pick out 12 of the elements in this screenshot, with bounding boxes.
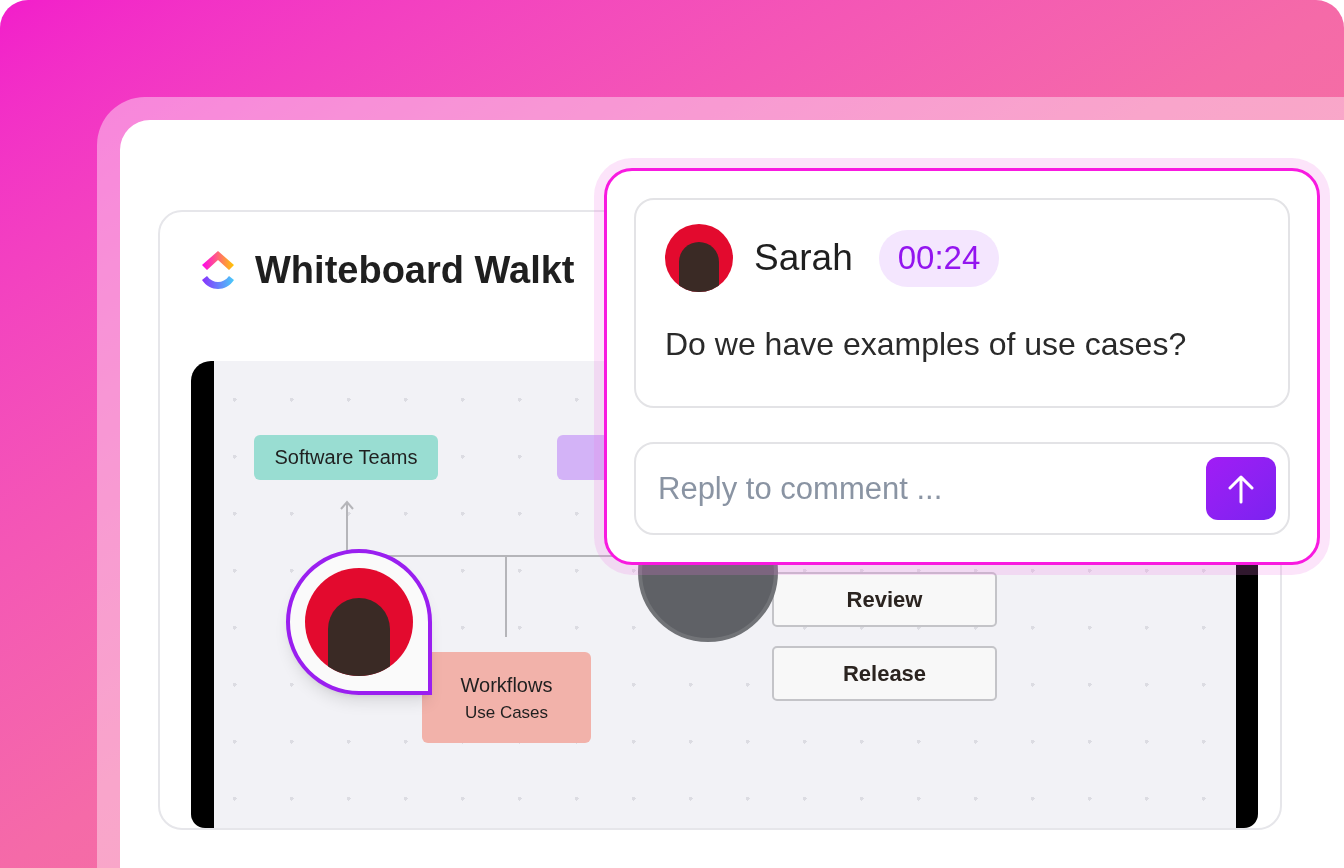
timestamp-badge: 00:24	[878, 229, 1000, 287]
note-text: Release	[842, 659, 927, 688]
reply-field[interactable]: Reply to comment ...	[634, 442, 1290, 535]
arrow-up-icon	[1228, 473, 1254, 504]
note-text: Review	[846, 585, 923, 614]
note-text: Software Teams	[274, 445, 418, 471]
note-text: Use Cases	[464, 701, 549, 724]
board-title: Whiteboard Walkt	[255, 248, 575, 294]
send-button[interactable]	[1206, 457, 1276, 520]
comment-text: Do we have examples of use cases?	[665, 325, 1188, 364]
note-text: Workflows	[460, 672, 553, 698]
comment-author: Sarah	[754, 236, 853, 281]
